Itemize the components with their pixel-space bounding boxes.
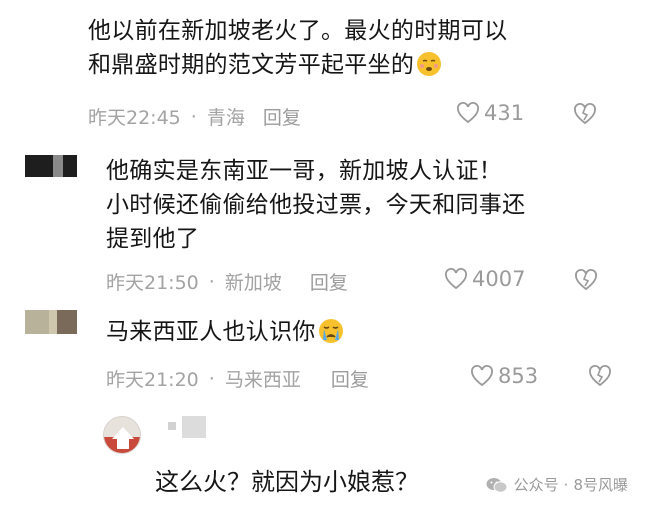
reply-button[interactable]: 回复 <box>331 365 369 392</box>
like-button[interactable]: 853 <box>470 364 538 388</box>
heart-icon <box>471 365 493 387</box>
comment-meta: 昨天21:20 · 马来西亚 回复 <box>106 365 369 392</box>
reply-button[interactable]: 回复 <box>263 103 301 130</box>
dislike-button[interactable] <box>573 268 599 292</box>
wechat-icon <box>486 477 508 493</box>
comment-line: 和鼎盛时期的范文芳平起平坐的 <box>88 48 608 82</box>
broken-heart-icon <box>589 365 611 387</box>
comment-line: 他确实是东南亚一哥，新加坡人认证！ <box>106 158 503 184</box>
like-count: 431 <box>484 101 525 125</box>
meta-row-clipped: 昨天21:50 · 新加坡 回复 4007 <box>0 265 650 292</box>
reply-button[interactable]: 回复 <box>310 268 348 292</box>
avatar <box>25 155 77 177</box>
comment-time: 昨天21:50 <box>106 272 199 292</box>
comment-meta: 昨天21:50 · 新加坡 回复 <box>106 268 348 293</box>
comment-location: 马来西亚 <box>224 369 301 391</box>
comment-location: 青海 <box>206 107 245 129</box>
heart-icon <box>445 268 467 290</box>
comment-line: 提到他了 <box>106 226 200 252</box>
broken-heart-icon <box>574 103 596 125</box>
comment-line: 小时候还偷偷给他投过票，今天和同事还 <box>106 192 526 218</box>
comment-text: 他确实是东南亚一哥，新加坡人认证！ 小时候还偷偷给他投过票，今天和同事还 提到他… <box>106 154 616 256</box>
comment-text: 马来西亚人也认识你 <box>106 315 606 349</box>
dislike-button[interactable] <box>587 364 613 392</box>
comment-time: 昨天21:20 <box>106 369 199 391</box>
caption-text: 这么火？就因为小娘惹？ <box>155 468 419 496</box>
dislike-button[interactable] <box>572 102 598 130</box>
like-count: 853 <box>498 364 539 388</box>
comment-time: 昨天22:45 <box>88 107 181 129</box>
comment-line: 马来西亚人也认识你 <box>106 315 606 349</box>
like-count: 4007 <box>472 267 526 291</box>
avatar <box>25 310 77 334</box>
name-blur <box>182 416 206 438</box>
broken-heart-icon <box>575 269 597 291</box>
avatar <box>103 416 141 454</box>
like-button[interactable]: 431 <box>456 101 524 125</box>
heart-icon <box>457 102 479 124</box>
comment-text: 他以前在新加坡老火了。最火的时期可以 和鼎盛时期的范文芳平起平坐的 <box>88 14 608 82</box>
like-button[interactable]: 4007 <box>444 267 525 291</box>
smirk-emoji-icon <box>416 51 442 77</box>
comment-line: 他以前在新加坡老火了。最火的时期可以 <box>88 18 508 44</box>
comment-location: 新加坡 <box>224 272 282 292</box>
watermark: 公众号 · 8号风曝 <box>486 474 628 495</box>
comment-meta: 昨天22:45 · 青海 回复 <box>88 103 301 130</box>
crying-emoji-icon <box>318 318 344 344</box>
name-blur <box>168 422 176 430</box>
